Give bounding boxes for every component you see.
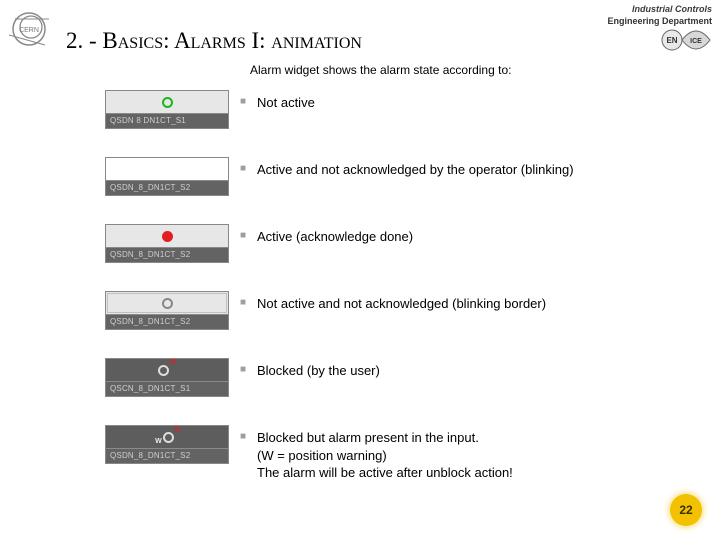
sup-b-icon: B [170,359,175,366]
page-number-badge: 22 [670,494,702,526]
bullet-icon: ■ [229,425,257,442]
page-subtitle: Alarm widget shows the alarm state accor… [250,63,511,77]
alarm-widget: B QSCN_8_DN1CT_S1 [105,358,229,397]
status-circle-icon [163,432,174,443]
list-item: QSDN 8 DN1CT_S1 ■ Not active [105,90,695,129]
alarm-widget: W B QSDN_8_DN1CT_S2 [105,425,229,464]
alarm-widget: QSDN 8 DN1CT_S1 [105,90,229,129]
page-title: 2. - Basics: Alarms I: animation [66,28,362,54]
sup-w-icon: W [155,438,162,445]
item-description: Active and not acknowledged by the opera… [257,157,695,179]
list-item: QSDN_8_DN1CT_S2 ■ Active and not acknowl… [105,157,695,196]
widget-label: QSDN_8_DN1CT_S2 [106,448,228,463]
status-circle-icon [162,298,173,309]
status-circle-icon [158,365,169,376]
item-description: Blocked but alarm present in the input. … [257,425,695,482]
alarm-widget: QSDN_8_DN1CT_S2 [105,291,229,330]
content-list: QSDN 8 DN1CT_S1 ■ Not active QSDN_8_DN1C… [105,90,695,482]
item-description: Not active and not acknowledged (blinkin… [257,291,695,313]
status-circle-icon [162,231,173,242]
alarm-widget: QSDN_8_DN1CT_S2 [105,157,229,196]
svg-text:CERN: CERN [19,27,39,34]
list-item: W B QSDN_8_DN1CT_S2 ■ Blocked but alarm … [105,425,695,482]
status-circle-icon [162,97,173,108]
alarm-widget: QSDN_8_DN1CT_S2 [105,224,229,263]
svg-text:ICE: ICE [690,38,702,45]
bullet-icon: ■ [229,358,257,375]
svg-text:EN: EN [666,36,677,45]
bullet-icon: ■ [229,157,257,174]
widget-label: QSDN_8_DN1CT_S2 [106,247,228,262]
enice-logo-icon: EN ICE [660,28,712,52]
widget-label: QSDN 8 DN1CT_S1 [106,113,228,128]
item-description: Blocked (by the user) [257,358,695,380]
list-item: QSDN_8_DN1CT_S2 ■ Not active and not ack… [105,291,695,330]
widget-label: QSDN_8_DN1CT_S2 [106,180,228,195]
cern-logo-icon: CERN [5,5,53,53]
list-item: QSDN_8_DN1CT_S2 ■ Active (acknowledge do… [105,224,695,263]
bullet-icon: ■ [229,291,257,308]
bullet-icon: ■ [229,224,257,241]
item-description: Active (acknowledge done) [257,224,695,246]
widget-label: QSDN_8_DN1CT_S2 [106,314,228,329]
list-item: B QSCN_8_DN1CT_S1 ■ Blocked (by the user… [105,358,695,397]
bullet-icon: ■ [229,90,257,107]
header-department: Industrial Controls Engineering Departme… [607,4,712,27]
widget-label: QSCN_8_DN1CT_S1 [106,381,228,396]
sup-b-icon: B [175,426,180,433]
item-description: Not active [257,90,695,112]
